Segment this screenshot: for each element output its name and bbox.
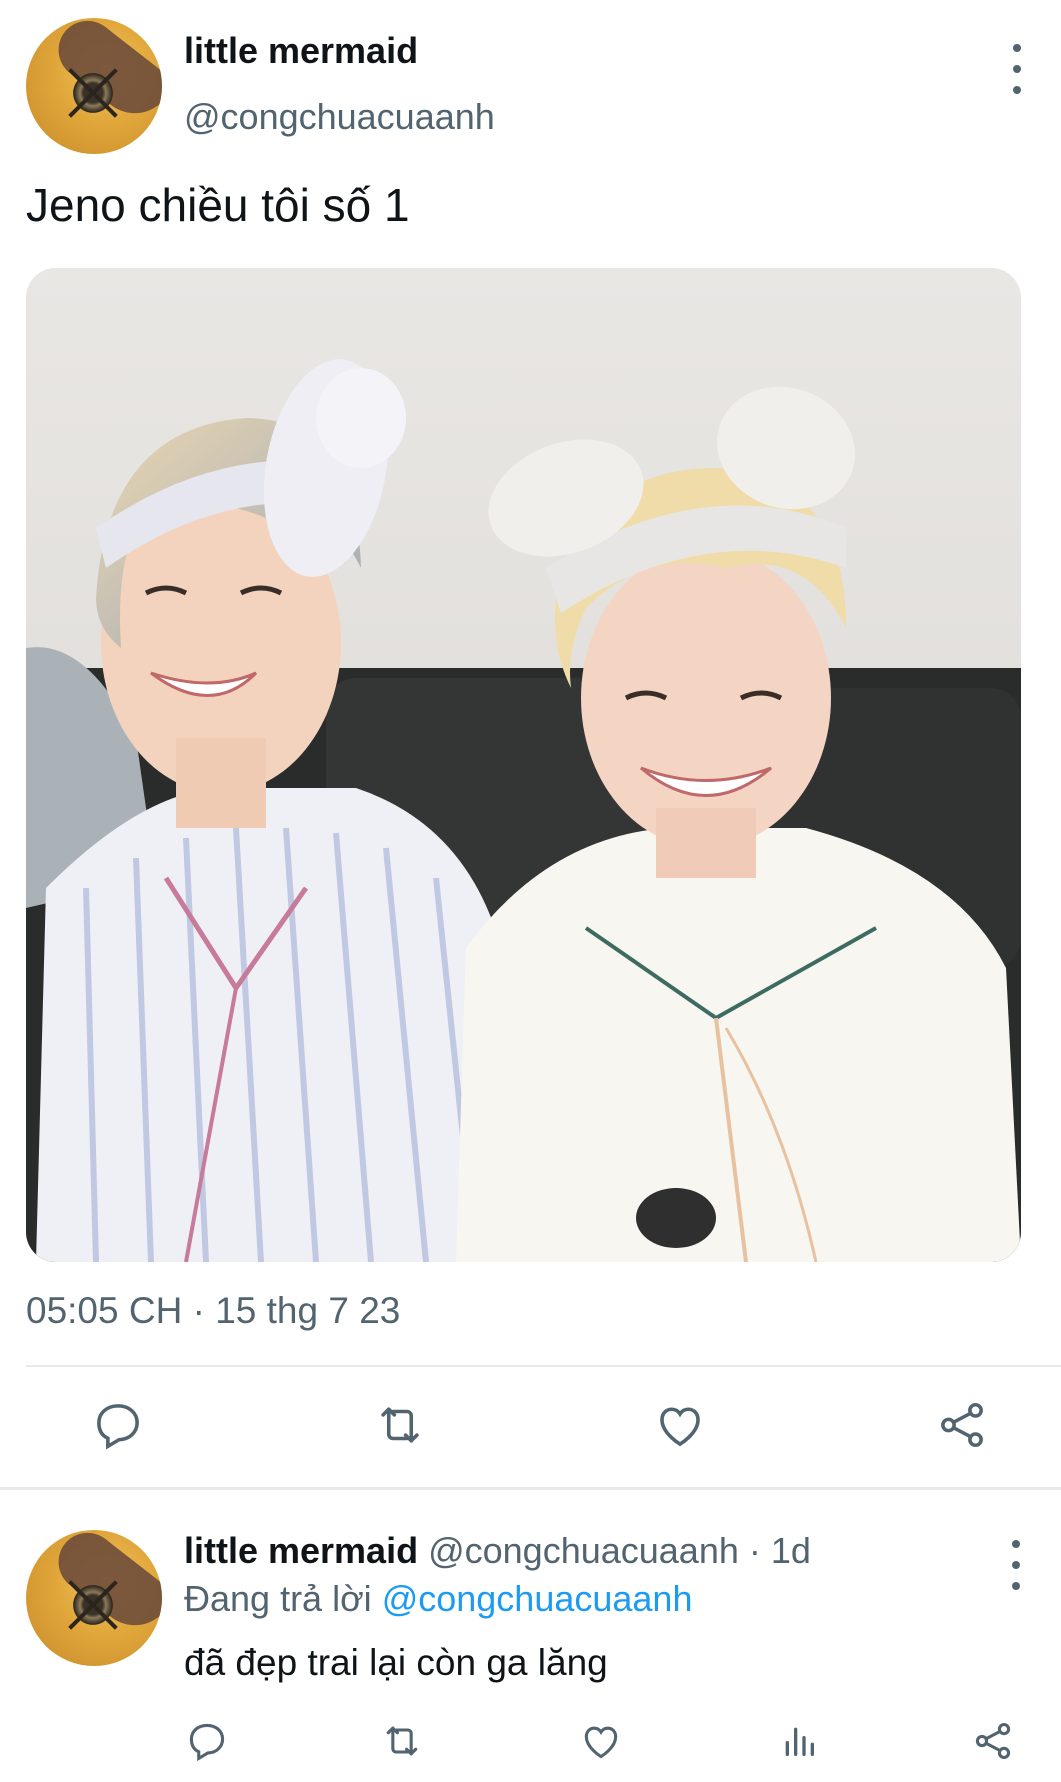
- divider: [26, 1365, 1061, 1367]
- tweet-text: Jeno chiều tôi số 1: [26, 179, 410, 231]
- share-icon[interactable]: [966, 1714, 1020, 1768]
- reply-icon[interactable]: [180, 1714, 234, 1768]
- tweet-detail-page: little mermaid @congchuacuaanh Jeno chiề…: [0, 0, 1061, 1782]
- more-options-icon[interactable]: [1002, 44, 1032, 94]
- more-dot: [1012, 1561, 1020, 1569]
- avatar-brooch-shape: [70, 1582, 116, 1628]
- reply-icon[interactable]: [88, 1395, 148, 1455]
- retweet-icon[interactable]: [370, 1395, 430, 1455]
- views-icon[interactable]: [772, 1714, 826, 1768]
- reply-author-avatar[interactable]: [26, 1530, 162, 1666]
- reply-handle-time[interactable]: @congchuacuaanh · 1d: [428, 1530, 811, 1571]
- like-icon[interactable]: [650, 1395, 710, 1455]
- reply-display-name[interactable]: little mermaid: [184, 1530, 418, 1571]
- avatar-brooch-shape: [70, 70, 116, 116]
- reply-header: little mermaid @congchuacuaanh · 1d: [184, 1530, 811, 1572]
- more-dot: [1013, 65, 1021, 73]
- reply-more-options-icon[interactable]: [1001, 1540, 1031, 1590]
- photo-illustration: [26, 268, 1021, 1262]
- retweet-icon[interactable]: [375, 1714, 429, 1768]
- like-icon[interactable]: [574, 1714, 628, 1768]
- more-dot: [1012, 1540, 1020, 1548]
- tweet-actions: [0, 1395, 1061, 1465]
- reply-actions: [0, 1714, 1061, 1774]
- section-divider: [0, 1487, 1061, 1490]
- replying-to-prefix: Đang trả lời: [184, 1578, 382, 1619]
- more-dot: [1013, 44, 1021, 52]
- replying-to-mention[interactable]: @congchuacuaanh: [382, 1578, 693, 1619]
- reply-text: đã đẹp trai lại còn ga lăng: [184, 1642, 608, 1683]
- tweet-photo[interactable]: [26, 268, 1021, 1262]
- tweet-header: little mermaid @congchuacuaanh: [26, 18, 1036, 158]
- share-icon[interactable]: [932, 1395, 992, 1455]
- more-dot: [1013, 86, 1021, 94]
- tweet-timestamp[interactable]: 05:05 CH · 15 thg 7 23: [26, 1290, 400, 1332]
- author-handle[interactable]: @congchuacuaanh: [184, 96, 495, 138]
- replying-to: Đang trả lời @congchuacuaanh: [184, 1578, 692, 1620]
- more-dot: [1012, 1582, 1020, 1590]
- author-display-name[interactable]: little mermaid: [184, 30, 418, 72]
- author-avatar[interactable]: [26, 18, 162, 154]
